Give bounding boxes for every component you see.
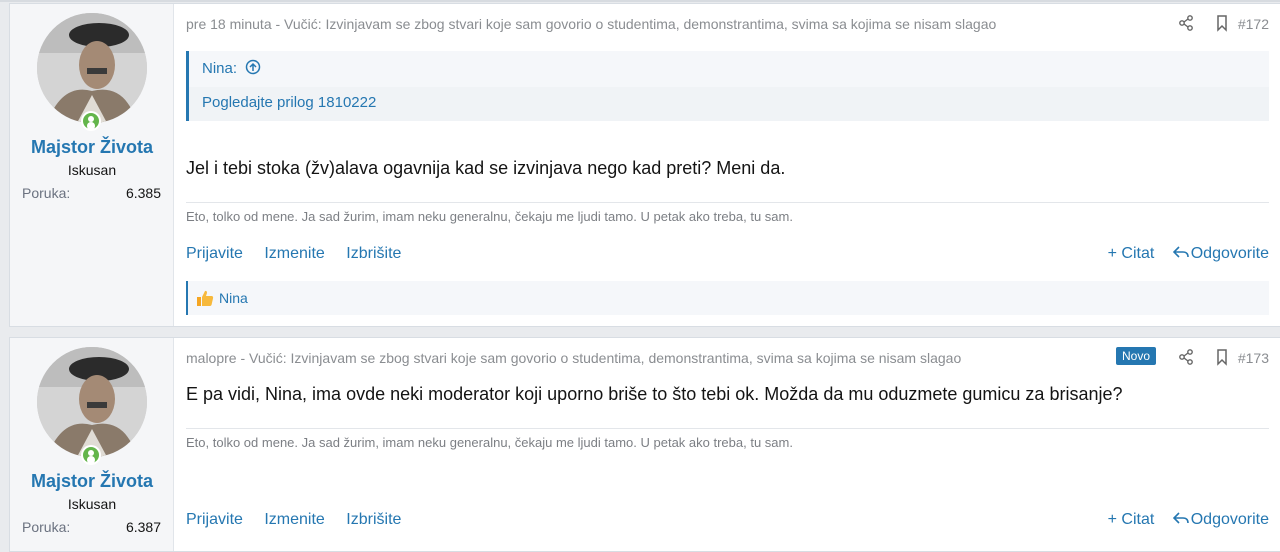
post-message: E pa vidi, Nina, ima ovde neki moderator…: [186, 384, 1123, 404]
signature-divider: [186, 202, 1269, 203]
share-icon[interactable]: [1177, 14, 1195, 32]
signature-divider: [186, 428, 1269, 429]
edit-link[interactable]: Izmenite: [264, 511, 324, 528]
online-status-icon: [81, 111, 101, 131]
reaction-user[interactable]: Nina: [219, 290, 248, 306]
quote-header[interactable]: Nina:: [202, 59, 261, 77]
post-actions-right: + Citat Odgovorite: [1094, 511, 1269, 529]
message-count-label: Poruka:: [22, 185, 71, 201]
user-info-panel: Majstor Života Iskusan Poruka: 6.387: [10, 338, 174, 551]
quote-body: Pogledajte prilog 1810222: [189, 87, 1269, 121]
delete-link[interactable]: Izbrišite: [346, 511, 401, 528]
username[interactable]: Majstor Života: [10, 471, 174, 492]
online-status-icon: [81, 445, 101, 465]
reply-arrow-icon: [1172, 246, 1189, 258]
user-avatar[interactable]: [37, 13, 147, 123]
report-link[interactable]: Prijavite: [186, 245, 243, 262]
delete-link[interactable]: Izbrišite: [346, 245, 401, 262]
bookmark-icon[interactable]: [1213, 14, 1231, 32]
user-info-panel: Majstor Života Iskusan Poruka: 6.385: [10, 4, 174, 326]
reply-label: Odgovorite: [1190, 245, 1269, 262]
post-message: Jel i tebi stoka (žv)alava ogavnija kad …: [186, 158, 786, 178]
post-meta[interactable]: malopre - Vučić: Izvinjavam se zbog stva…: [186, 350, 961, 366]
reactions-bar[interactable]: Nina: [186, 281, 1269, 315]
post-number[interactable]: #172: [1238, 16, 1269, 32]
new-badge: Novo: [1115, 347, 1156, 365]
post-number[interactable]: #173: [1238, 350, 1269, 366]
top-divider: [0, 0, 1280, 2]
post-actions-left: Prijavite Izmenite Izbrišite: [186, 245, 418, 263]
username[interactable]: Majstor Života: [10, 137, 174, 158]
attachment-link[interactable]: Pogledajte prilog 1810222: [202, 94, 376, 111]
post-meta[interactable]: pre 18 minuta - Vučić: Izvinjavam se zbo…: [186, 16, 996, 32]
reply-label: Odgovorite: [1190, 511, 1269, 528]
user-avatar[interactable]: [37, 347, 147, 457]
signature: Eto, tolko od mene. Ja sad žurim, imam n…: [186, 209, 793, 224]
user-title: Iskusan: [67, 162, 117, 178]
message-count-value: 6.385: [125, 185, 161, 201]
quote-block: Nina: Pogledajte prilog 1810222: [186, 51, 1269, 121]
arrow-up-circle-icon[interactable]: [245, 59, 261, 75]
post-actions-left: Prijavite Izmenite Izbrišite: [186, 511, 418, 529]
quote-button[interactable]: + Citat: [1108, 245, 1155, 262]
post-172: Majstor Života Iskusan Poruka: 6.385 pre…: [9, 3, 1280, 327]
message-count-label: Poruka:: [22, 519, 71, 535]
reply-arrow-icon: [1172, 512, 1189, 524]
report-link[interactable]: Prijavite: [186, 511, 243, 528]
quote-author: Nina:: [202, 60, 238, 77]
reply-button[interactable]: Odgovorite: [1172, 245, 1269, 262]
edit-link[interactable]: Izmenite: [264, 245, 324, 262]
post-173: Majstor Života Iskusan Poruka: 6.387 mal…: [9, 337, 1280, 552]
signature: Eto, tolko od mene. Ja sad žurim, imam n…: [186, 435, 793, 450]
thumbs-up-icon: [197, 290, 214, 306]
post-actions-right: + Citat Odgovorite: [1094, 245, 1269, 263]
bookmark-icon[interactable]: [1213, 348, 1231, 366]
message-count-value: 6.387: [125, 519, 161, 535]
quote-button[interactable]: + Citat: [1108, 511, 1155, 528]
share-icon[interactable]: [1177, 348, 1195, 366]
user-title: Iskusan: [67, 496, 117, 512]
reply-button[interactable]: Odgovorite: [1172, 511, 1269, 528]
